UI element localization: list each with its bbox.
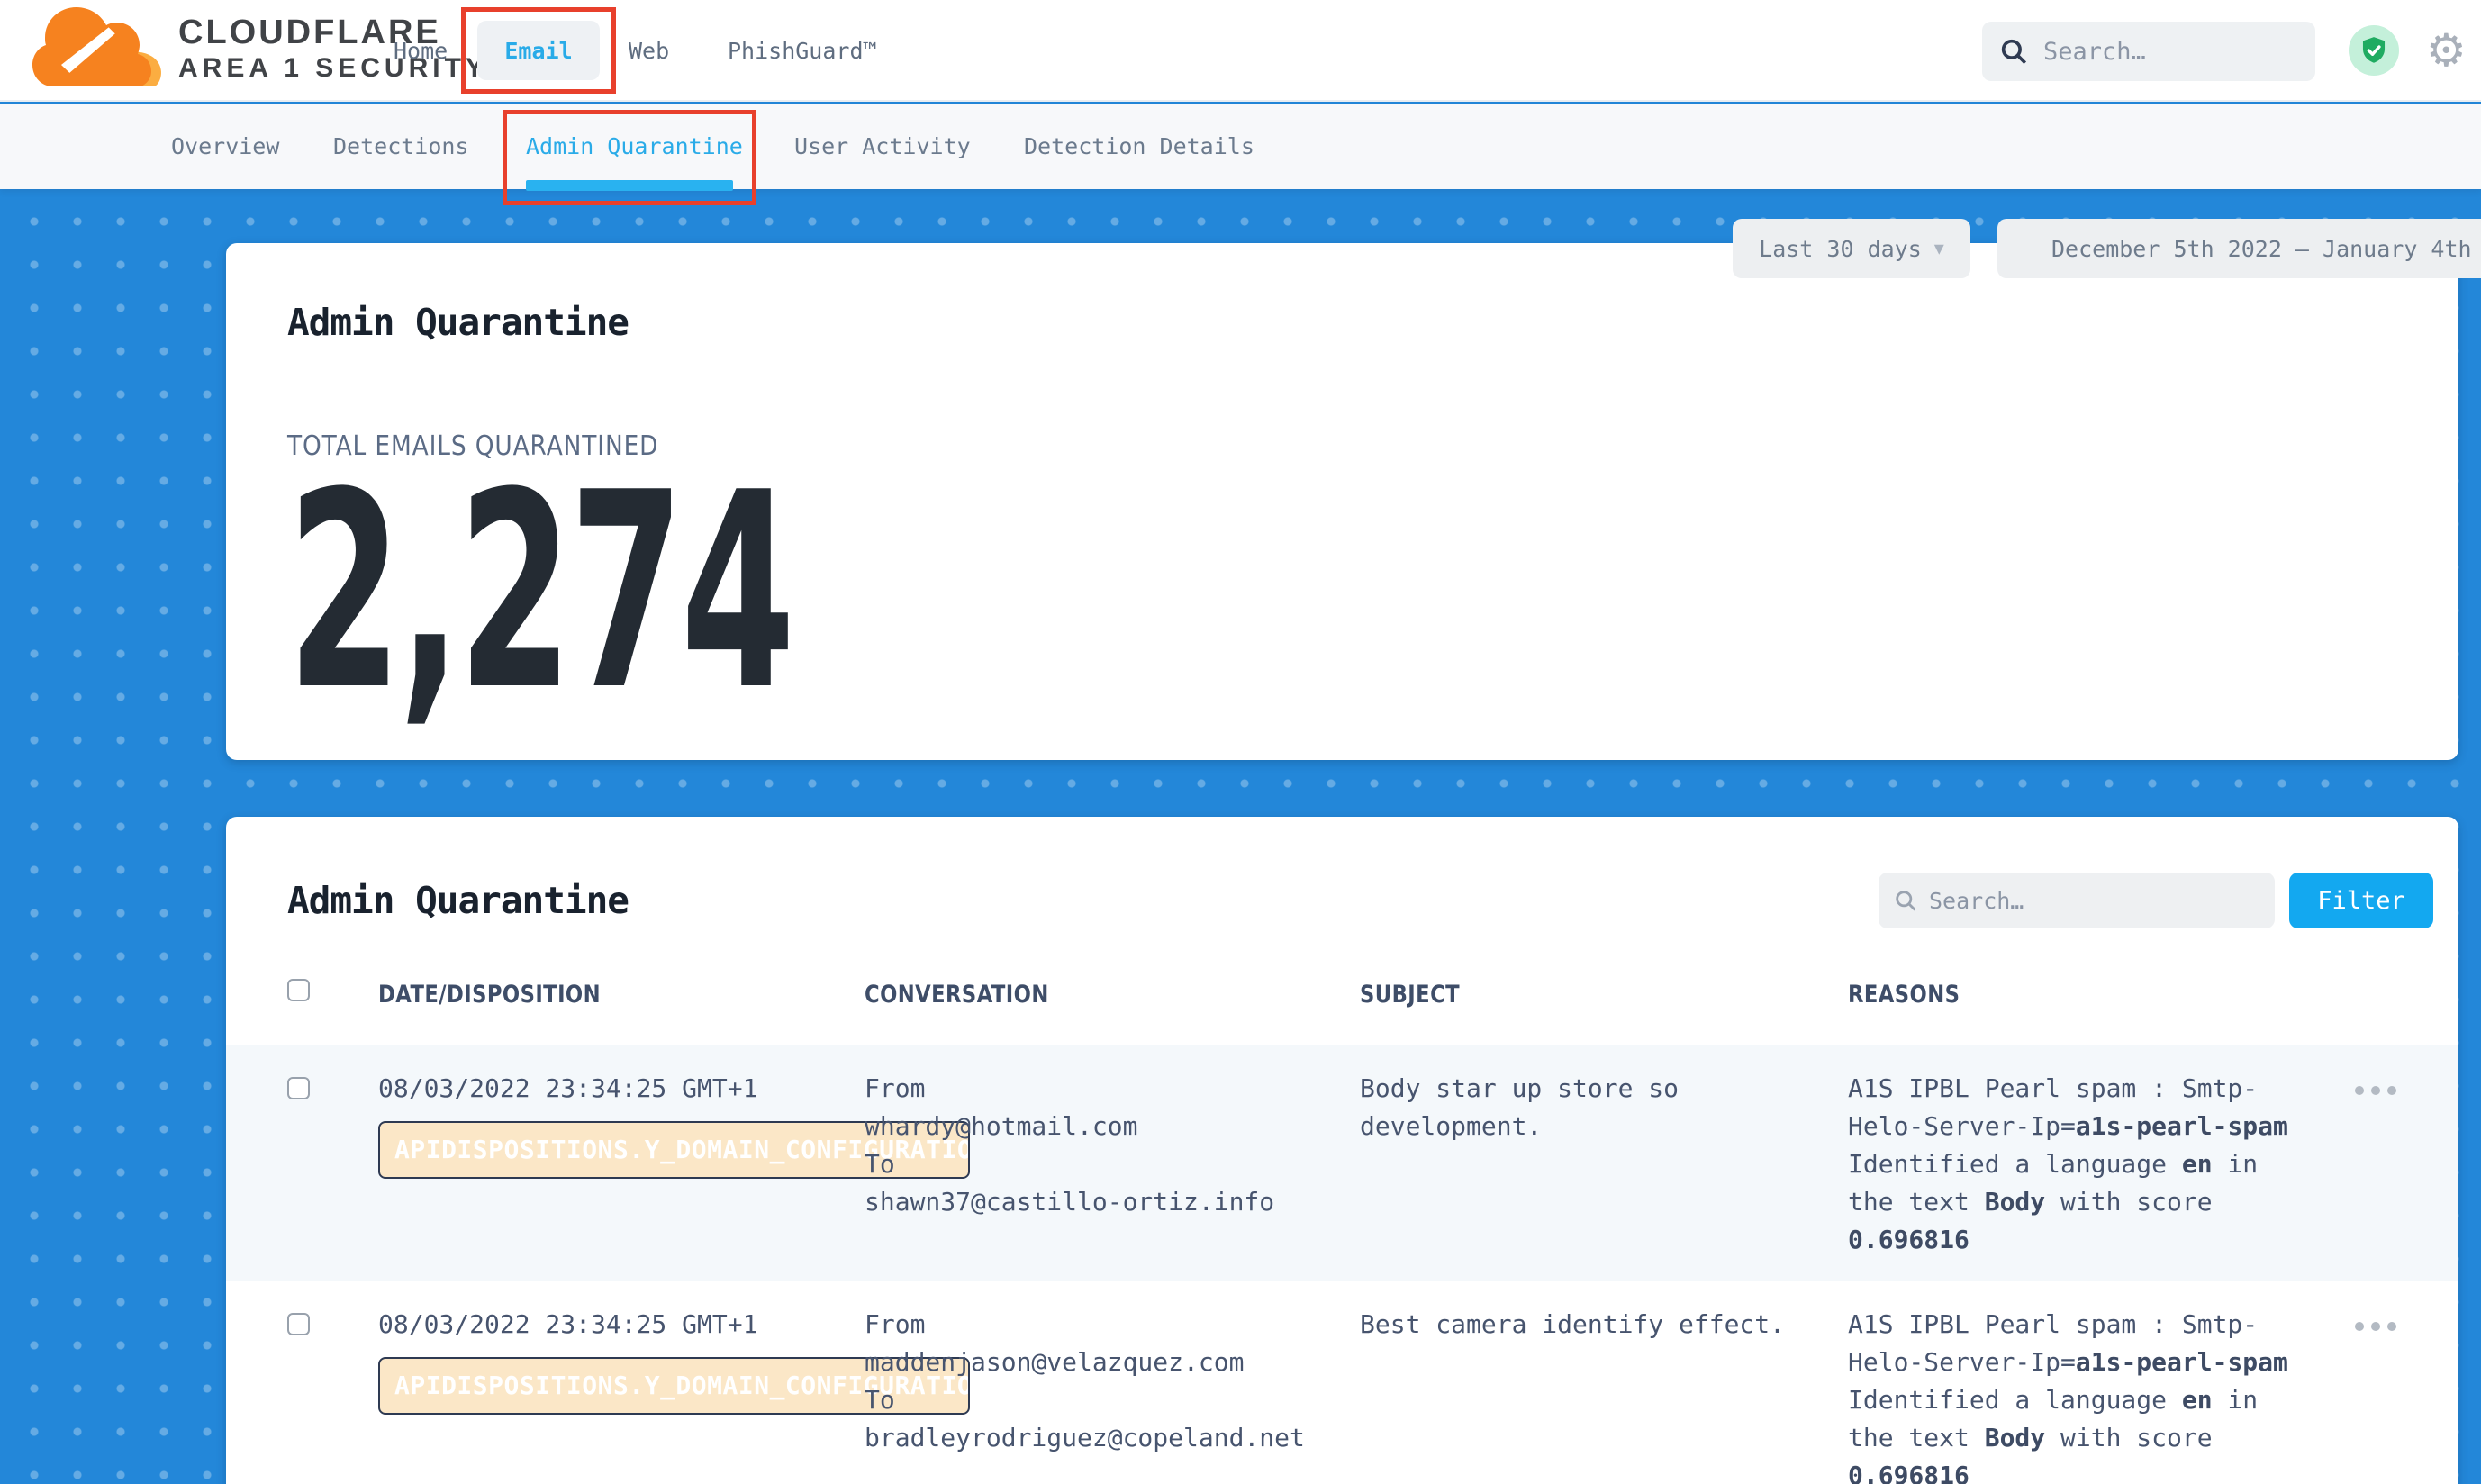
gear-icon[interactable]: ⚙ <box>2426 18 2467 83</box>
cell-conversation: From maddenjason@velazquez.com To bradleyro… <box>865 1306 1360 1484</box>
table-card-title: Admin Quarantine <box>287 879 1879 922</box>
tab-detections[interactable]: Detections <box>333 104 469 189</box>
security-status-badge[interactable] <box>2349 25 2399 76</box>
table-header-row: DATE/DISPOSITION CONVERSATION SUBJECT RE… <box>226 928 2458 1045</box>
tab-detection-details[interactable]: Detection Details <box>1024 104 1254 189</box>
cloudflare-cloud-icon <box>32 5 168 92</box>
search-input[interactable] <box>2043 38 2304 66</box>
column-header-date: DATE/DISPOSITION <box>378 981 601 1009</box>
to-label: To <box>865 1385 895 1415</box>
date-range-text: December 5th 2022 — January 4th 2023 <box>2051 236 2481 262</box>
nav-item-email[interactable]: Email <box>477 21 600 80</box>
nav-item-web[interactable]: Web <box>629 0 669 102</box>
cell-conversation: From whardy@hotmail.com To shawn37@castillo… <box>865 1070 1360 1281</box>
column-header-subject: SUBJECT <box>1360 981 1460 1009</box>
row-actions-menu-icon[interactable] <box>2355 1086 2396 1281</box>
main-content-area: Admin Quarantine TOTAL EMAILS QUARANTINE… <box>0 189 2481 1484</box>
cell-reasons: A1S IPBL Pearl spam : Smtp- Helo-Server-… <box>1848 1070 2325 1281</box>
cell-reasons: A1S IPBL Pearl spam : Smtp- Helo-Server-… <box>1848 1306 2325 1484</box>
from-address: whardy@hotmail.com <box>865 1111 1137 1141</box>
app-root: CLOUDFLARE AREA 1 SECURITY Home Email We… <box>0 0 2481 1484</box>
chevron-down-icon: ▾ <box>1934 238 1944 260</box>
to-address: shawn37@castillo-ortiz.info <box>865 1187 1274 1217</box>
email-subnav: Overview Detections Admin Quarantine Use… <box>0 104 2481 189</box>
active-tab-underline <box>526 180 733 191</box>
row-checkbox[interactable] <box>287 1077 310 1099</box>
select-all-checkbox[interactable] <box>287 979 310 1001</box>
quarantine-table-card: Admin Quarantine Filter DATE/DISPOSITION… <box>226 817 2458 1484</box>
from-address: maddenjason@velazquez.com <box>865 1347 1244 1377</box>
nav-item-home[interactable]: Home <box>394 0 448 102</box>
cell-subject: Best camera identify effect. <box>1360 1306 1819 1484</box>
table-search-input[interactable] <box>1929 888 2226 914</box>
top-header: CLOUDFLARE AREA 1 SECURITY Home Email We… <box>0 0 2481 102</box>
date-range-preset-label: Last 30 days <box>1759 236 1922 262</box>
search-icon <box>1998 36 2029 67</box>
column-header-conversation: CONVERSATION <box>865 981 1049 1009</box>
summary-card-title: Admin Quarantine <box>287 301 2397 344</box>
row-actions-menu-icon[interactable] <box>2355 1322 2396 1484</box>
summary-card: Admin Quarantine TOTAL EMAILS QUARANTINE… <box>226 243 2458 760</box>
to-label: To <box>865 1149 895 1179</box>
date-range-preset-dropdown[interactable]: Last 30 days ▾ <box>1733 219 1970 278</box>
from-label: From <box>865 1073 925 1103</box>
metric-value: 2,274 <box>287 471 792 714</box>
from-label: From <box>865 1309 925 1339</box>
row-checkbox[interactable] <box>287 1313 310 1335</box>
table-row[interactable]: APIDISPOSITIONS.Y_DOMAIN_CONFIGURATION 0… <box>226 1045 2458 1281</box>
tab-user-activity[interactable]: User Activity <box>794 104 971 189</box>
tab-overview[interactable]: Overview <box>171 104 279 189</box>
tab-admin-quarantine[interactable]: Admin Quarantine <box>526 104 743 189</box>
column-header-reasons: REASONS <box>1848 981 1960 1009</box>
date-range-display[interactable]: December 5th 2022 — January 4th 2023 <box>1997 219 2481 278</box>
shield-check-icon <box>2359 35 2389 66</box>
cell-subject: Body star up store so development. <box>1360 1070 1819 1281</box>
to-address: bradleyrodriguez@copeland.net <box>865 1423 1305 1452</box>
table-row[interactable]: APIDISPOSITIONS.Y_DOMAIN_CONFIGURATION 0… <box>226 1281 2458 1484</box>
search-icon <box>1893 888 1918 913</box>
filter-button[interactable]: Filter <box>2289 873 2433 928</box>
global-search[interactable] <box>1982 22 2315 81</box>
nav-item-phishguard[interactable]: PhishGuard™ <box>728 0 877 102</box>
table-search[interactable] <box>1879 873 2275 928</box>
